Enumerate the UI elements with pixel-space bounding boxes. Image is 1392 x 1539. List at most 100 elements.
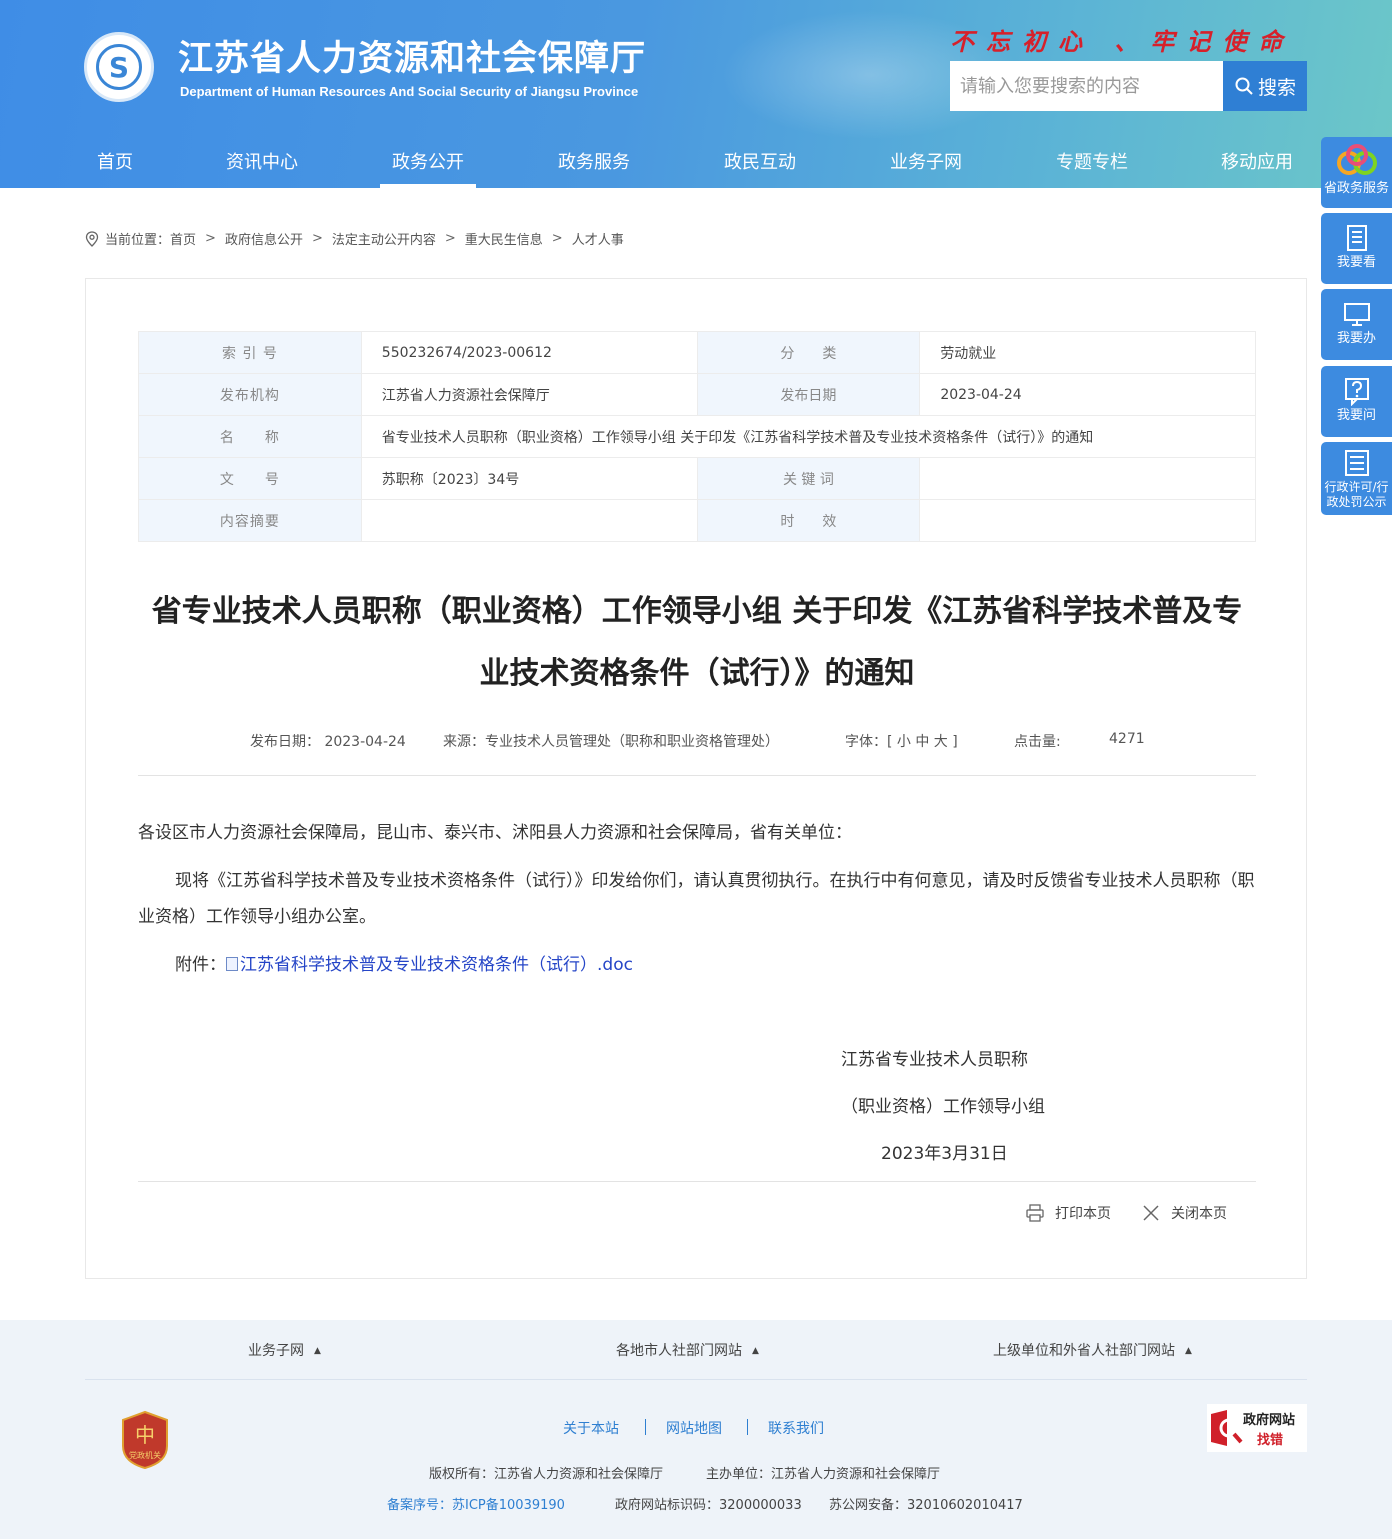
- nav-home[interactable]: 首页: [97, 148, 133, 174]
- sidebar-label: 省政务服务: [1323, 181, 1389, 196]
- meta-label: 发布机构: [138, 373, 362, 416]
- badge-title: 政府网站: [1243, 1413, 1296, 1428]
- meta-value: 省专业技术人员职称（职业资格）工作领导小组 关于印发《江苏省科学技术普及专业技术…: [360, 415, 1257, 458]
- attachment-label: 附件：: [175, 955, 226, 975]
- footer-subsites-dropdown[interactable]: 业务子网 ▲: [248, 1340, 321, 1360]
- sidebar-item-handle[interactable]: 我要办: [1321, 289, 1392, 360]
- meta-label: 时 效: [696, 499, 921, 542]
- site-footer: 业务子网 ▲ 各地市人社部门网站 ▲ 上级单位和外省人社部门网站 ▲ 中 党政机关 关…: [0, 1320, 1392, 1539]
- party-gov-badge-icon: 中: [122, 1410, 168, 1470]
- breadcrumb: 当前位置： 首页 > 政府信息公开 > 法定主动公开内容 > 重大民生信息 > …: [85, 229, 624, 248]
- footer-sponsor: 主办单位：江苏省人力资源和社会保障厅: [706, 1467, 941, 1482]
- footer-nav-separator: [747, 1419, 748, 1435]
- attachment-link[interactable]: 江苏省科学技术普及专业技术资格条件（试行）.doc: [240, 955, 633, 975]
- svg-text:中: 中: [135, 1423, 155, 1447]
- meta-label: 发布日期: [696, 373, 921, 416]
- breadcrumb-livelihood[interactable]: 重大民生信息: [465, 229, 543, 248]
- gov-site-error-badge[interactable]: 政府网站 找错: [1207, 1404, 1307, 1452]
- breadcrumb-separator: >: [205, 231, 216, 246]
- book-icon: [1346, 225, 1367, 251]
- footer-sitemap[interactable]: 网站地图: [666, 1418, 722, 1438]
- badge-label: 党政机关: [129, 1451, 161, 1460]
- footer-city-sites-dropdown[interactable]: 各地市人社部门网站 ▲: [616, 1340, 759, 1360]
- table-row: 发布机构 江苏省人力资源社会保障厅 发布日期 2023-04-24: [138, 373, 1256, 416]
- info-hits-value: 4271: [1109, 731, 1145, 747]
- article-container: 索 引 号 550232674/2023-00612 分 类 劳动就业 发布机构…: [85, 278, 1307, 1279]
- table-row: 名 称 省专业技术人员职称（职业资格）工作领导小组 关于印发《江苏省科学技术普及…: [138, 415, 1257, 458]
- doc-file-icon: [226, 957, 238, 971]
- divider: [138, 775, 1256, 776]
- sidebar-label: 我要问: [1336, 408, 1376, 423]
- meta-label: 文 号: [138, 457, 362, 500]
- footer-about[interactable]: 关于本站: [563, 1418, 619, 1438]
- sidebar-item-province-service[interactable]: 省政务服务: [1321, 137, 1392, 208]
- party-gov-badge[interactable]: 中 党政机关: [120, 1410, 170, 1470]
- search-input[interactable]: [950, 61, 1224, 111]
- meta-value: [919, 457, 1256, 500]
- footer-link-label: 业务子网: [248, 1343, 304, 1359]
- nav-subsites[interactable]: 业务子网: [890, 148, 962, 174]
- breadcrumb-legal-content[interactable]: 法定主动公开内容: [332, 229, 436, 248]
- footer-contact[interactable]: 联系我们: [768, 1418, 824, 1438]
- font-size-switcher[interactable]: 字体：[ 小 中 大 ]: [845, 731, 958, 751]
- divider: [138, 1181, 1256, 1182]
- logo-ring: S: [96, 44, 142, 90]
- table-row: 内容摘要 时 效: [138, 499, 1256, 542]
- breadcrumb-talent[interactable]: 人才人事: [572, 229, 624, 248]
- meta-label: 内容摘要: [138, 499, 362, 542]
- meta-value: [919, 499, 1256, 542]
- list-icon: [1344, 450, 1369, 476]
- article-title-line: 业技术资格条件（试行）》的通知: [479, 656, 915, 691]
- signature-line: 江苏省专业技术人员职称: [841, 1050, 1028, 1070]
- footer-icp-link[interactable]: 备案序号：苏ICP备10039190: [387, 1494, 565, 1513]
- close-page-button[interactable]: 关闭本页: [1141, 1203, 1227, 1223]
- footer-upper-sites-dropdown[interactable]: 上级单位和外省人社部门网站 ▲: [993, 1340, 1192, 1360]
- sidebar-label: 我要看: [1336, 255, 1376, 270]
- info-hits-label: 点击量:: [1014, 734, 1061, 750]
- sidebar-item-view[interactable]: 我要看: [1321, 213, 1392, 284]
- logo-symbol: S: [108, 51, 130, 84]
- triangle-up-icon: ▲: [314, 1346, 321, 1356]
- badge-subtitle: 找错: [1257, 1433, 1284, 1448]
- sidebar-item-ask[interactable]: 我要问: [1321, 366, 1392, 437]
- nav-mobile[interactable]: 移动应用: [1221, 148, 1293, 174]
- attachment-row: 附件： 江苏省科学技术普及专业技术资格条件（试行）.doc: [138, 947, 1256, 983]
- nav-gov-service[interactable]: 政务服务: [558, 148, 630, 174]
- table-row: 文 号 苏职称〔2023〕34号 关 键 词: [138, 457, 1256, 500]
- printer-icon: [1026, 1204, 1044, 1222]
- meta-label: 分 类: [696, 331, 921, 374]
- article-salutation: 各设区市人力资源社会保障局，昆山市、泰兴市、沭阳县人力资源和社会保障局，省有关单…: [138, 823, 852, 843]
- breadcrumb-prefix: 当前位置：: [105, 233, 171, 248]
- sidebar-item-publicity[interactable]: 行政许可/行政处罚公示: [1321, 442, 1392, 515]
- footer-nav-separator: [645, 1419, 646, 1435]
- meta-value: 江苏省人力资源社会保障厅: [360, 373, 698, 416]
- meta-value: 2023-04-24: [919, 373, 1256, 416]
- site-header: S 江苏省人力资源和社会保障厅 Department of Human Reso…: [0, 0, 1392, 188]
- print-button[interactable]: 打印本页: [1025, 1203, 1111, 1223]
- meta-label: 名 称: [138, 415, 362, 458]
- info-source: 来源：专业技术人员管理处（职称和职业资格管理处）: [443, 734, 779, 750]
- metadata-table: 索 引 号 550232674/2023-00612 分 类 劳动就业 发布机构…: [138, 331, 1257, 542]
- nav-topics[interactable]: 专题专栏: [1056, 148, 1128, 174]
- search-button-label: 搜索: [1257, 76, 1296, 99]
- close-icon: [1143, 1205, 1159, 1221]
- nav-interaction[interactable]: 政民互动: [724, 148, 796, 174]
- article-title: 省专业技术人员职称（职业资格）工作领导小组 关于印发《江苏省科学技术普及专 业技…: [138, 581, 1256, 705]
- article-paragraph: 现将《江苏省科学技术普及专业技术资格条件（试行）》印发给你们，请认真贯彻执行。在…: [138, 871, 1255, 927]
- nav-news[interactable]: 资讯中心: [226, 148, 298, 174]
- footer-site-id: 政府网站标识码：3200000033: [615, 1498, 802, 1513]
- sidebar-label: 行政许可/行政处罚公示: [1324, 480, 1389, 509]
- question-icon: [1344, 378, 1369, 406]
- main-nav: 首页 资讯中心 政务公开 政务服务 政民互动 业务子网 专题专栏 移动应用: [0, 136, 1392, 188]
- table-row: 索 引 号 550232674/2023-00612 分 类 劳动就业: [138, 331, 1256, 374]
- footer-divider: [85, 1379, 1307, 1380]
- province-service-icon: [1336, 144, 1377, 175]
- nav-gov-affairs[interactable]: 政务公开: [380, 148, 476, 188]
- site-logo[interactable]: S: [84, 32, 154, 102]
- breadcrumb-home[interactable]: 首页: [170, 229, 196, 248]
- breadcrumb-gov-info[interactable]: 政府信息公开: [225, 229, 303, 248]
- site-subtitle: Department of Human Resources And Social…: [180, 84, 639, 99]
- search-button[interactable]: 搜索: [1223, 61, 1307, 111]
- sidebar-label: 我要办: [1336, 331, 1376, 346]
- breadcrumb-separator: >: [551, 231, 563, 246]
